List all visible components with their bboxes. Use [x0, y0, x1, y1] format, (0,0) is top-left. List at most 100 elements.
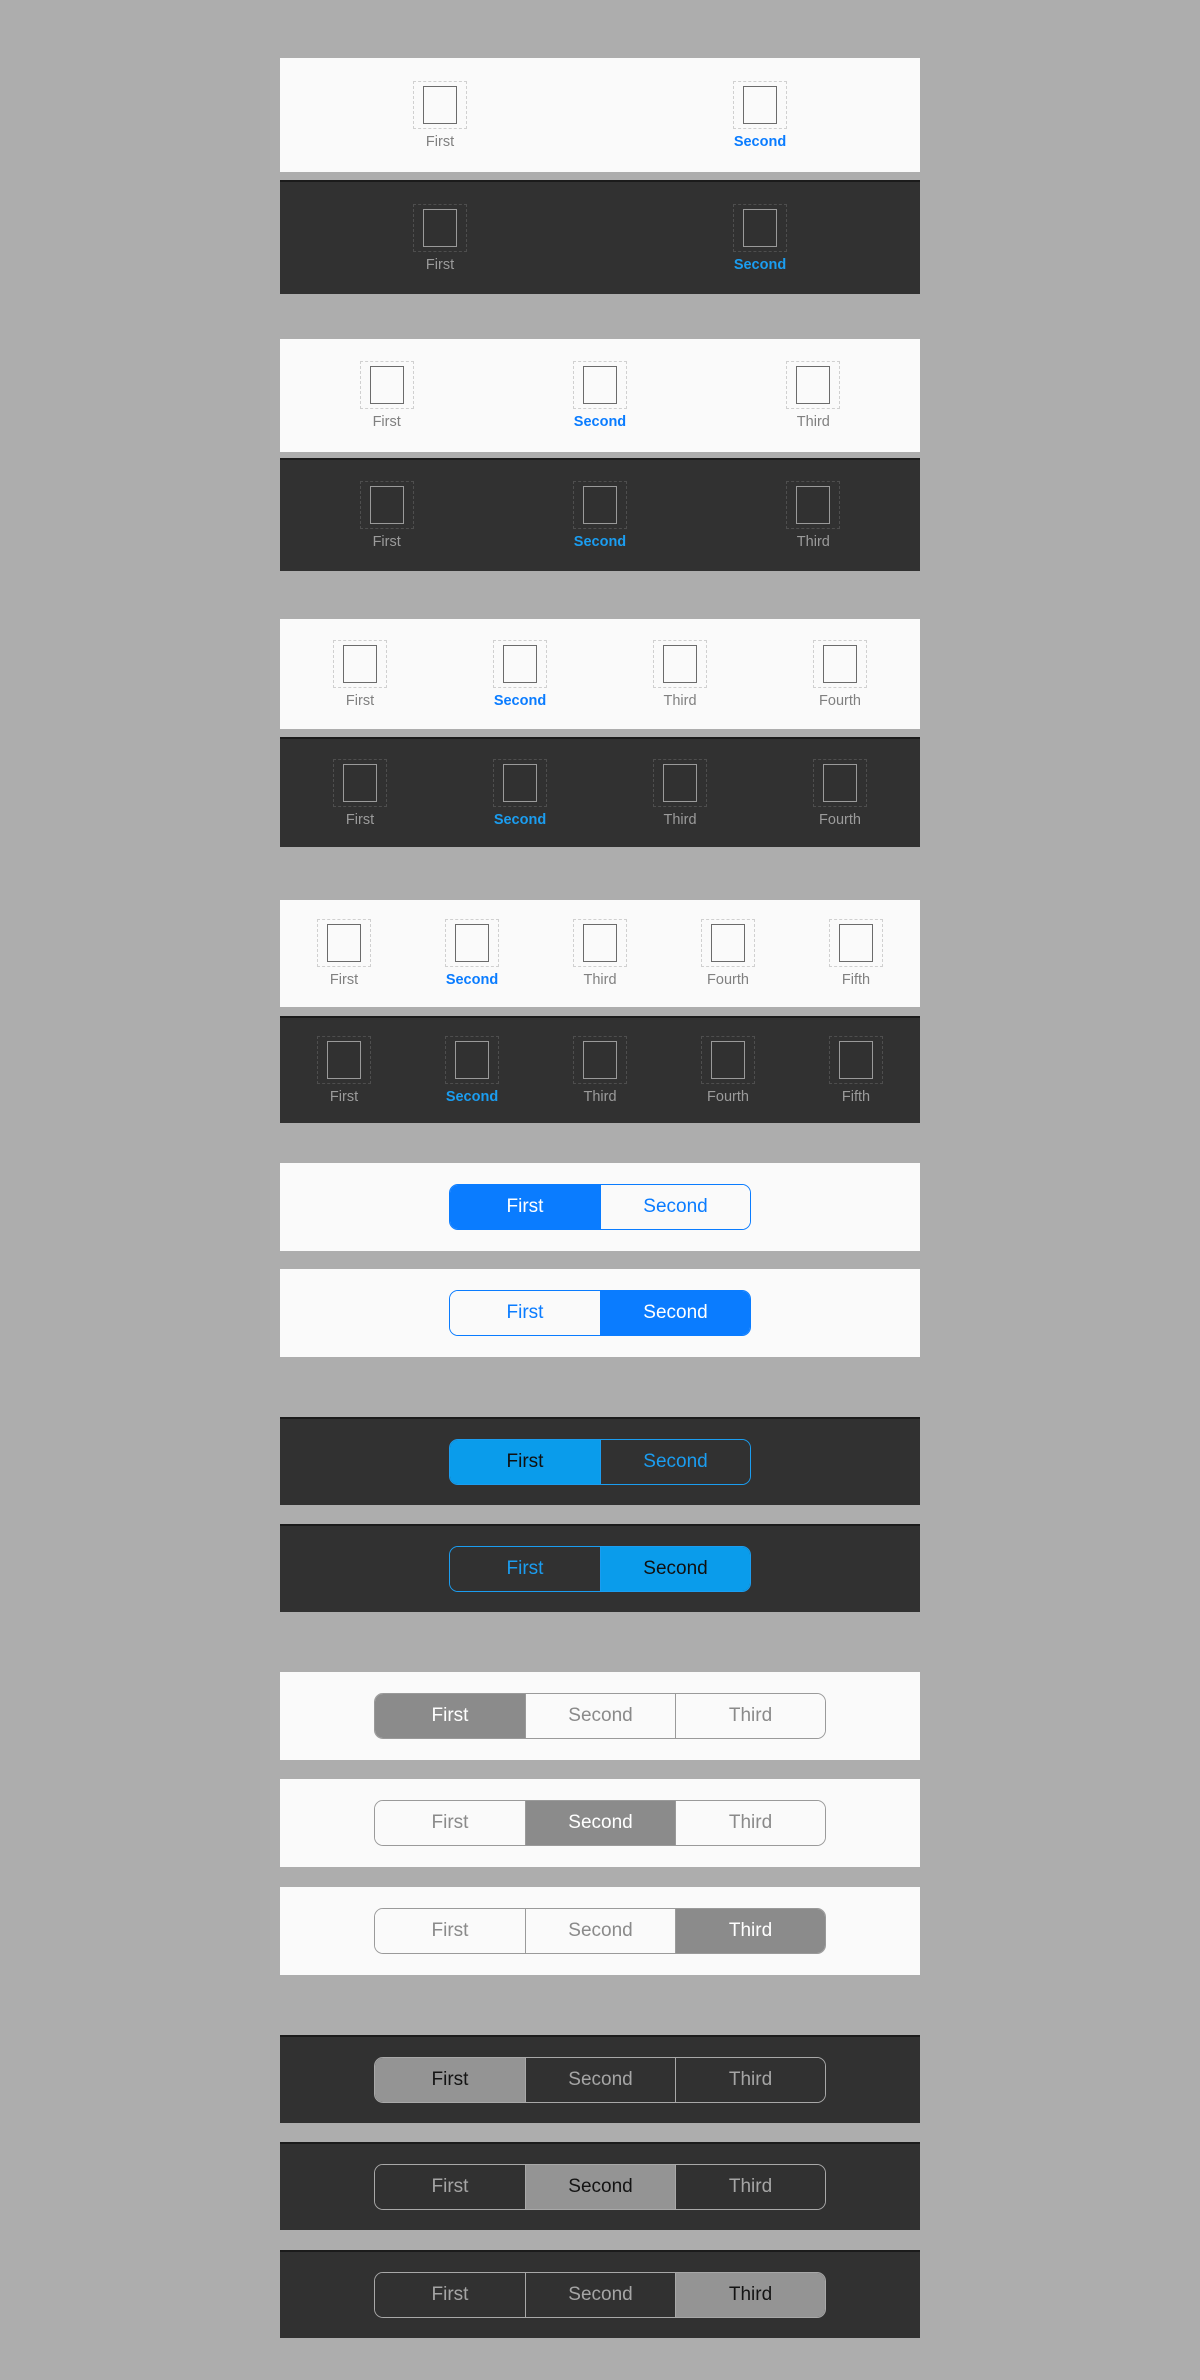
tab-item-third[interactable]: Third	[536, 900, 664, 1007]
tabbar: First Second Third	[280, 339, 920, 452]
segment-button-third[interactable]: Third	[675, 2273, 825, 2317]
image-placeholder-icon	[359, 361, 414, 410]
segment-button-second[interactable]: Second	[600, 1291, 750, 1335]
segment-button-third[interactable]: Third	[675, 2058, 825, 2102]
image-placeholder-icon	[493, 758, 547, 807]
image-placeholder-frame-icon	[582, 366, 617, 405]
segment-button-first[interactable]: First	[375, 1694, 525, 1738]
panel-segmented-gray-dark-second: First Second Third	[280, 2142, 920, 2230]
tab-item-label: Fourth	[819, 811, 861, 828]
image-placeholder-icon	[573, 919, 627, 968]
tab-item-first[interactable]: First	[280, 619, 440, 729]
tab-item-first[interactable]: First	[280, 739, 440, 847]
image-placeholder-frame-icon	[823, 763, 857, 802]
tab-item-label: Third	[583, 972, 617, 989]
panel-tabbar-2-light: First Second	[280, 58, 920, 172]
image-placeholder-icon	[445, 1036, 499, 1085]
image-placeholder-icon	[573, 1036, 627, 1085]
tab-item-third[interactable]: Third	[600, 619, 760, 729]
tab-item-fifth[interactable]: Fifth	[792, 900, 920, 1007]
segmented-control: First Second Third	[374, 2057, 826, 2103]
tab-item-second[interactable]: Second	[493, 460, 706, 571]
segment-button-second[interactable]: Second	[600, 1547, 750, 1591]
segmented-control: First Second	[449, 1439, 751, 1485]
tab-item-third[interactable]: Third	[600, 739, 760, 847]
image-placeholder-frame-icon	[455, 924, 489, 963]
tab-item-second[interactable]: Second	[600, 182, 920, 294]
tab-item-fourth[interactable]: Fourth	[664, 1018, 792, 1123]
tab-item-first[interactable]: First	[280, 182, 600, 294]
image-placeholder-frame-icon	[582, 486, 617, 525]
panel-segmented-gray-light-third: First Second Third	[280, 1887, 920, 1975]
image-placeholder-frame-icon	[583, 924, 617, 963]
tab-item-fourth[interactable]: Fourth	[760, 619, 920, 729]
image-placeholder-frame-icon	[663, 763, 697, 802]
tab-item-second[interactable]: Second	[493, 339, 706, 452]
segmented-control: First Second Third	[374, 1693, 826, 1739]
image-placeholder-icon	[572, 361, 627, 410]
tab-item-fifth[interactable]: Fifth	[792, 1018, 920, 1123]
segment-button-first[interactable]: First	[375, 2273, 525, 2317]
tabbar: First Second Third Fourth	[280, 619, 920, 729]
segment-button-second[interactable]: Second	[525, 2273, 675, 2317]
image-placeholder-icon	[445, 919, 499, 968]
image-placeholder-icon	[413, 203, 467, 252]
tab-item-second[interactable]: Second	[408, 900, 536, 1007]
panel-tabbar-2-dark: First Second	[280, 180, 920, 294]
segment-button-second[interactable]: Second	[525, 2058, 675, 2102]
panel-tabbar-3-light: First Second Third	[280, 339, 920, 452]
panel-segmented-gray-dark-first: First Second Third	[280, 2035, 920, 2123]
segment-button-first[interactable]: First	[450, 1440, 600, 1484]
image-placeholder-frame-icon	[503, 644, 537, 683]
tab-item-second[interactable]: Second	[600, 58, 920, 172]
segment-button-first[interactable]: First	[450, 1547, 600, 1591]
tab-item-third[interactable]: Third	[536, 1018, 664, 1123]
segment-button-third[interactable]: Third	[675, 1909, 825, 1953]
tab-item-first[interactable]: First	[280, 339, 493, 452]
tab-item-label: First	[329, 1089, 359, 1106]
segment-button-first[interactable]: First	[375, 2058, 525, 2102]
image-placeholder-icon	[813, 639, 867, 688]
tab-item-third[interactable]: Third	[707, 460, 920, 571]
tab-item-label: Third	[583, 1089, 617, 1106]
tab-item-label: First	[372, 414, 401, 431]
segment-button-second[interactable]: Second	[525, 1694, 675, 1738]
segment-button-second[interactable]: Second	[525, 1909, 675, 1953]
panel-tabbar-5-light: First Second Third Fourth Fifth	[280, 900, 920, 1007]
tabbar: First Second Third	[280, 460, 920, 571]
segment-button-first[interactable]: First	[450, 1291, 600, 1335]
segment-button-second[interactable]: Second	[600, 1440, 750, 1484]
image-placeholder-icon	[413, 80, 467, 129]
tab-item-fourth[interactable]: Fourth	[760, 739, 920, 847]
tab-item-first[interactable]: First	[280, 460, 493, 571]
segment-button-first[interactable]: First	[450, 1185, 600, 1229]
tab-item-first[interactable]: First	[280, 58, 600, 172]
image-placeholder-frame-icon	[743, 208, 777, 247]
image-placeholder-frame-icon	[663, 644, 697, 683]
tabbar: First Second	[280, 182, 920, 294]
tab-item-first[interactable]: First	[280, 1018, 408, 1123]
tab-item-second[interactable]: Second	[440, 619, 600, 729]
image-placeholder-frame-icon	[423, 85, 457, 124]
segment-button-second[interactable]: Second	[525, 2165, 675, 2209]
segment-button-third[interactable]: Third	[675, 2165, 825, 2209]
tab-item-label: Fourth	[819, 692, 861, 709]
segment-button-third[interactable]: Third	[675, 1801, 825, 1845]
tab-item-third[interactable]: Third	[707, 339, 920, 452]
segment-button-first[interactable]: First	[375, 2165, 525, 2209]
image-placeholder-frame-icon	[839, 1041, 873, 1080]
tab-item-label: Second	[733, 256, 787, 273]
segment-button-first[interactable]: First	[375, 1801, 525, 1845]
panel-segmented-blue-dark-first: First Second	[280, 1417, 920, 1505]
segment-button-second[interactable]: Second	[600, 1185, 750, 1229]
tab-item-second[interactable]: Second	[408, 1018, 536, 1123]
image-placeholder-icon	[733, 80, 787, 129]
panel-tabbar-4-light: First Second Third Fourth	[280, 619, 920, 729]
tab-item-first[interactable]: First	[280, 900, 408, 1007]
tab-item-second[interactable]: Second	[440, 739, 600, 847]
segment-button-second[interactable]: Second	[525, 1801, 675, 1845]
tab-item-fourth[interactable]: Fourth	[664, 900, 792, 1007]
segment-button-first[interactable]: First	[375, 1909, 525, 1953]
tabbar: First Second Third Fourth Fifth	[280, 1018, 920, 1123]
segment-button-third[interactable]: Third	[675, 1694, 825, 1738]
